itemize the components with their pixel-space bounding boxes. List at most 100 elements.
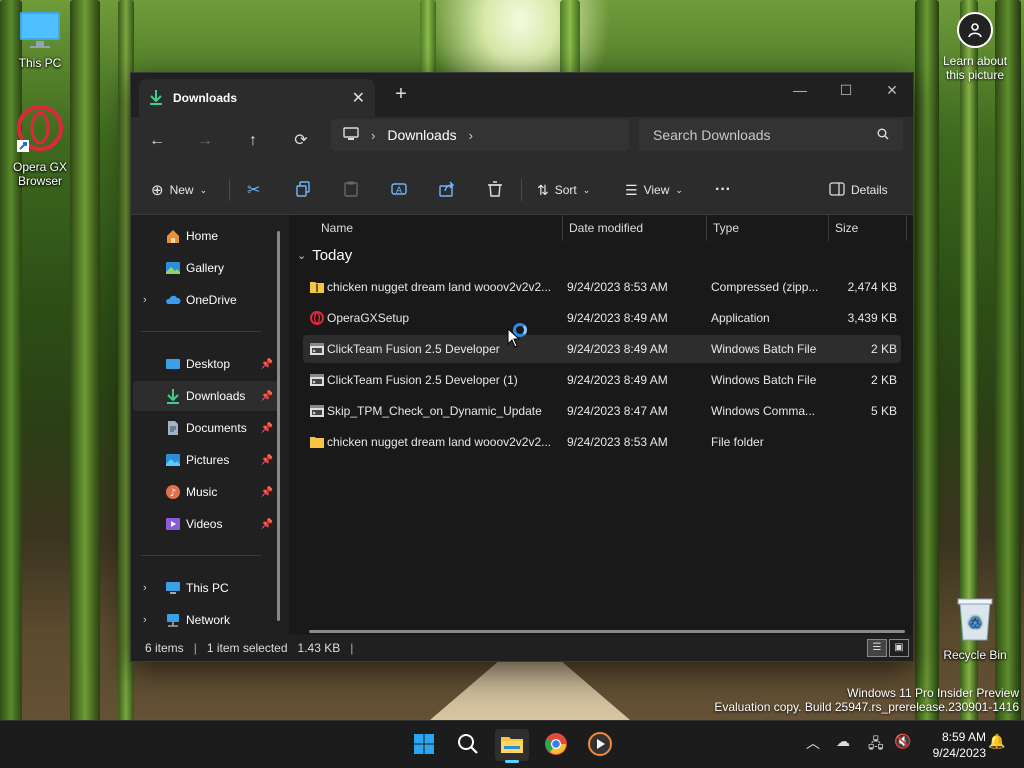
tab-downloads[interactable]: Downloads ✕ bbox=[139, 79, 375, 117]
chevron-right-icon[interactable]: › bbox=[143, 582, 147, 594]
chevron-right-icon[interactable]: › bbox=[143, 614, 147, 626]
sidebar-item-gallery[interactable]: Gallery bbox=[133, 253, 279, 283]
sidebar-item-documents[interactable]: Documents 📌 bbox=[133, 413, 279, 443]
file-row[interactable]: chicken nugget dream land wooov2v2v2... 9… bbox=[303, 273, 901, 301]
minimize-button[interactable]: — bbox=[777, 77, 823, 103]
details-label: Details bbox=[851, 183, 888, 197]
taskbar-media-player[interactable] bbox=[583, 729, 617, 761]
sidebar-item-network[interactable]: › Network bbox=[133, 605, 279, 635]
copy-button[interactable] bbox=[295, 177, 311, 203]
file-row[interactable]: ClickTeam Fusion 2.5 Developer 9/24/2023 … bbox=[303, 335, 901, 363]
desktop-icon-this-pc[interactable]: This PC bbox=[0, 10, 80, 70]
sidebar-item-label: Pictures bbox=[186, 453, 230, 467]
taskbar-chrome[interactable] bbox=[539, 729, 573, 761]
cut-button[interactable]: ✂ bbox=[247, 177, 260, 203]
sidebar-item-videos[interactable]: Videos 📌 bbox=[133, 509, 279, 539]
system-clock[interactable]: 8:59 AM 9/24/2023 bbox=[933, 729, 986, 761]
chevron-right-icon[interactable]: › bbox=[371, 128, 375, 143]
delete-button[interactable] bbox=[487, 177, 503, 203]
group-header-today[interactable]: ⌄ Today bbox=[297, 247, 352, 264]
more-icon: ··· bbox=[715, 181, 731, 198]
show-hidden-icons-chevron-up-icon[interactable]: ︿ bbox=[806, 733, 820, 753]
file-type: Windows Batch File bbox=[711, 342, 817, 356]
close-window-button[interactable]: ✕ bbox=[869, 77, 915, 103]
svg-text:♻: ♻ bbox=[968, 613, 982, 632]
close-tab-icon[interactable]: ✕ bbox=[352, 88, 365, 108]
sort-button[interactable]: ⇅ Sort ⌄ bbox=[537, 177, 590, 203]
horizontal-scrollbar[interactable] bbox=[309, 630, 905, 633]
trash-icon bbox=[487, 180, 503, 200]
file-name: chicken nugget dream land wooov2v2v2... bbox=[327, 435, 552, 449]
rename-button[interactable]: A bbox=[391, 177, 407, 203]
new-button[interactable]: ⊕ New ⌄ bbox=[151, 177, 207, 203]
column-header-size[interactable]: Size bbox=[829, 215, 907, 241]
onedrive-status-icon[interactable]: ☁ bbox=[836, 733, 850, 750]
svg-text:A: A bbox=[396, 186, 403, 196]
notification-bell-icon[interactable]: 🔔 bbox=[988, 733, 1005, 750]
desktop-icon-opera-gx[interactable]: Opera GX Browser bbox=[0, 104, 80, 188]
file-size: 3,439 KB bbox=[847, 311, 897, 325]
search-taskbar-button[interactable] bbox=[451, 729, 485, 761]
title-bar: Downloads ✕ + — ☐ ✕ bbox=[131, 73, 913, 117]
file-explorer-window: Downloads ✕ + — ☐ ✕ ← → ↑ ⟳ › Downloads … bbox=[130, 72, 914, 662]
view-button[interactable]: ☰ View ⌄ bbox=[625, 177, 683, 203]
back-button[interactable]: ← bbox=[143, 127, 171, 155]
sidebar-item-label: Desktop bbox=[186, 357, 231, 371]
command-script-icon bbox=[309, 403, 325, 419]
file-date: 9/24/2023 8:49 AM bbox=[567, 311, 668, 325]
desktop-icon-label: Opera GX Browser bbox=[12, 160, 68, 188]
column-header-name[interactable]: Name bbox=[315, 215, 563, 241]
file-name: ClickTeam Fusion 2.5 Developer (1) bbox=[327, 373, 518, 387]
column-header-date[interactable]: Date modified bbox=[563, 215, 707, 241]
file-size: 2,474 KB bbox=[847, 280, 897, 294]
start-button[interactable] bbox=[407, 729, 441, 761]
file-row[interactable]: OperaGXSetup 9/24/2023 8:49 AM Application… bbox=[303, 304, 901, 332]
chevron-right-icon[interactable]: › bbox=[143, 294, 147, 306]
sidebar-item-downloads[interactable]: Downloads 📌 bbox=[133, 381, 279, 411]
list-view-icon: ☰ bbox=[625, 181, 638, 198]
desktop-icon-recycle-bin[interactable]: ♻ Recycle Bin bbox=[935, 596, 1015, 662]
sidebar-item-label: Network bbox=[186, 613, 231, 627]
file-row[interactable]: chicken nugget dream land wooov2v2v2... 9… bbox=[303, 428, 901, 456]
sidebar-item-label: Home bbox=[186, 229, 219, 243]
sidebar-item-onedrive[interactable]: › OneDrive bbox=[133, 285, 279, 315]
column-header-type[interactable]: Type bbox=[707, 215, 829, 241]
more-options-button[interactable]: ··· bbox=[715, 177, 731, 203]
sidebar-item-home[interactable]: Home bbox=[133, 221, 279, 251]
up-button[interactable]: ↑ bbox=[239, 127, 267, 155]
refresh-button[interactable]: ⟳ bbox=[287, 127, 315, 155]
chevron-right-icon[interactable]: › bbox=[469, 128, 473, 143]
view-label: View bbox=[643, 183, 670, 197]
volume-muted-icon[interactable]: 🔇 bbox=[894, 733, 911, 750]
sidebar-scrollbar[interactable] bbox=[277, 231, 280, 621]
sidebar-item-pictures[interactable]: Pictures 📌 bbox=[133, 445, 279, 475]
file-type: File folder bbox=[711, 435, 764, 449]
address-bar[interactable]: › Downloads › bbox=[331, 119, 629, 151]
paste-button[interactable] bbox=[343, 177, 359, 203]
sidebar-item-desktop[interactable]: Desktop 📌 bbox=[133, 349, 279, 379]
new-tab-button[interactable]: + bbox=[391, 83, 411, 106]
file-date: 9/24/2023 8:49 AM bbox=[567, 342, 668, 356]
network-status-icon[interactable]: 🖧 bbox=[868, 733, 884, 757]
file-row[interactable]: ClickTeam Fusion 2.5 Developer (1) 9/24/2… bbox=[303, 366, 901, 394]
details-button[interactable]: Details bbox=[829, 177, 888, 203]
search-box[interactable]: Search Downloads bbox=[639, 119, 903, 151]
taskbar-file-explorer[interactable] bbox=[495, 729, 529, 763]
file-row[interactable]: Skip_TPM_Check_on_Dynamic_Update 9/24/202… bbox=[303, 397, 901, 425]
tiles-view-button[interactable]: ▣ bbox=[889, 639, 909, 657]
file-type: Windows Batch File bbox=[711, 373, 817, 387]
file-size: 2 KB bbox=[870, 342, 897, 356]
sidebar-item-music[interactable]: ♪ Music 📌 bbox=[133, 477, 279, 507]
selection-count: 1 item selected bbox=[206, 641, 288, 655]
learn-about-picture[interactable]: Learn about this picture bbox=[940, 12, 1010, 82]
maximize-button[interactable]: ☐ bbox=[823, 77, 869, 103]
breadcrumb-downloads[interactable]: Downloads bbox=[387, 127, 456, 143]
opera-gx-icon bbox=[0, 104, 80, 157]
pin-icon: 📌 bbox=[260, 422, 273, 434]
forward-button[interactable]: → bbox=[191, 127, 219, 155]
details-view-button[interactable]: ☰ bbox=[867, 639, 887, 657]
sidebar-item-this-pc[interactable]: › This PC bbox=[133, 573, 279, 603]
share-button[interactable] bbox=[439, 177, 455, 203]
pin-icon: 📌 bbox=[260, 454, 273, 466]
tiles-view-icon: ▣ bbox=[894, 642, 904, 653]
